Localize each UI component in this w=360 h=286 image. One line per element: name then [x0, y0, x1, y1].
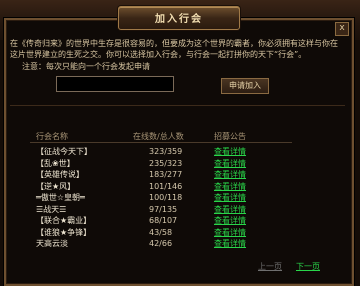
- apply-join-button[interactable]: 申请加入: [221, 78, 269, 94]
- guild-member-count: 42/66: [149, 239, 173, 248]
- guild-member-count: 68/107: [149, 216, 178, 225]
- dialog-title: 加入行会: [155, 14, 203, 25]
- view-details-link[interactable]: 查看详情: [214, 181, 246, 192]
- guild-row[interactable]: ═傲世☆皇朝═ 100/118 查看详情: [0, 192, 360, 203]
- header-divider: [30, 142, 292, 143]
- view-details-link[interactable]: 查看详情: [214, 227, 246, 238]
- guild-member-count: 323/359: [149, 147, 183, 156]
- guild-row[interactable]: 【联合★霸业】 68/107 查看详情: [0, 215, 360, 226]
- guild-row[interactable]: 【英雄传说】 183/277 查看详情: [0, 169, 360, 180]
- guild-name: ═傲世☆皇朝═: [36, 193, 85, 202]
- header-member-count: 在线数/总人数: [133, 132, 184, 141]
- guild-row[interactable]: ☰战天☰ 97/135 查看详情: [0, 204, 360, 215]
- guild-row[interactable]: 【谁狼★争锋】 43/58 查看详情: [0, 227, 360, 238]
- section-divider: [10, 105, 345, 106]
- notice-text: 注意：每次只能向一个行会发起申请: [22, 62, 150, 71]
- view-details-link[interactable]: 查看详情: [214, 204, 246, 215]
- guild-name: 【谁狼★争锋】: [36, 227, 92, 237]
- guild-row[interactable]: 天高云淡 42/66 查看详情: [0, 238, 360, 249]
- view-details-link[interactable]: 查看详情: [214, 215, 246, 226]
- dialog-title-plate: 加入行会: [118, 6, 240, 30]
- view-details-link[interactable]: 查看详情: [214, 158, 246, 169]
- guild-row[interactable]: 【征战今天下】 323/359 查看详情: [0, 146, 360, 157]
- guild-name: 【乱❀世】: [36, 158, 75, 168]
- view-details-link[interactable]: 查看详情: [214, 238, 246, 249]
- guild-name: 【征战今天下】: [36, 147, 92, 156]
- guild-member-count: 183/277: [149, 170, 183, 179]
- view-details-link[interactable]: 查看详情: [214, 169, 246, 180]
- guild-name: 天高云淡: [36, 239, 68, 248]
- prev-page-link[interactable]: 上一页: [258, 261, 282, 272]
- guild-name: 【逆★风】: [36, 181, 76, 191]
- view-details-link[interactable]: 查看详情: [214, 192, 246, 203]
- guild-member-count: 235/323: [149, 158, 183, 168]
- guild-member-count: 101/146: [149, 181, 183, 191]
- guild-row[interactable]: 【乱❀世】 235/323 查看详情: [0, 158, 360, 169]
- close-button[interactable]: x: [335, 22, 349, 36]
- header-recruit-notice: 招募公告: [214, 132, 246, 141]
- header-guild-name: 行会名称: [36, 132, 68, 141]
- view-details-link[interactable]: 查看详情: [214, 146, 246, 157]
- guild-member-count: 100/118: [149, 193, 183, 202]
- guild-name: 【联合★霸业】: [36, 216, 92, 225]
- guild-name: 【英雄传说】: [36, 170, 84, 179]
- guild-name: ☰战天☰: [36, 204, 67, 214]
- guild-row[interactable]: 【逆★风】 101/146 查看详情: [0, 181, 360, 192]
- guild-member-count: 97/135: [149, 204, 178, 214]
- next-page-link[interactable]: 下一页: [296, 261, 320, 272]
- guild-name-input[interactable]: [56, 76, 174, 92]
- intro-text: 在《传奇归来》的世界中生存是很容易的，但要成为这个世界的霸者，你必须拥有这样与你…: [10, 39, 338, 59]
- guild-member-count: 43/58: [149, 227, 173, 237]
